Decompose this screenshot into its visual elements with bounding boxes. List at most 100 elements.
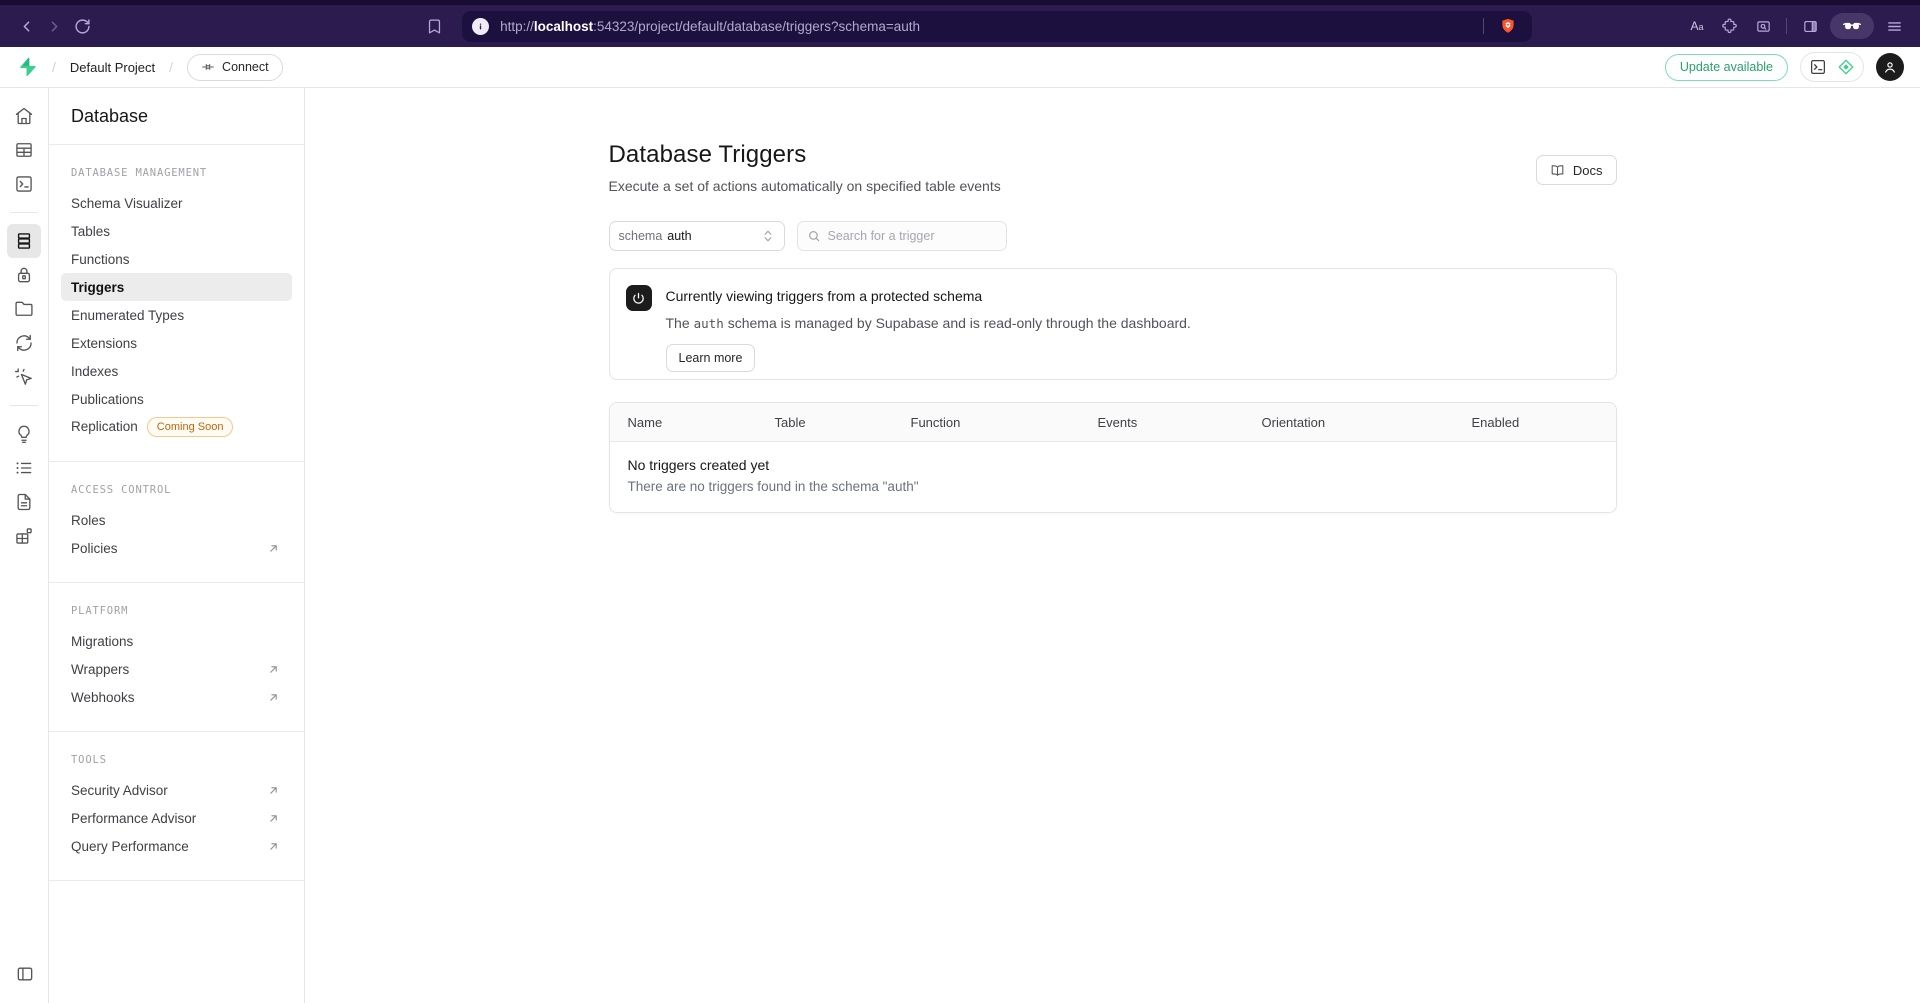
column-header: Enabled bbox=[1471, 414, 1520, 430]
sidebar-item-extensions[interactable]: Extensions bbox=[61, 329, 292, 357]
section-header: ACCESS CONTROL bbox=[71, 484, 172, 496]
sidebar-title: Database bbox=[71, 105, 149, 126]
database-icon[interactable] bbox=[7, 224, 41, 258]
update-available-button[interactable]: Update available bbox=[1664, 53, 1788, 81]
table-header-row: Name Table Function Events Orientation E… bbox=[609, 403, 1616, 442]
advisors-cursor-icon[interactable] bbox=[7, 360, 41, 394]
toolbar-divider bbox=[1786, 18, 1787, 34]
forward-icon[interactable] bbox=[40, 12, 68, 40]
app-header: / Default Project / Connect Update avail… bbox=[0, 47, 1920, 88]
coming-soon-badge: Coming Soon bbox=[146, 417, 234, 437]
sidebar-item-indexes[interactable]: Indexes bbox=[61, 357, 292, 385]
section-access-control: ACCESS CONTROL Roles Policies bbox=[49, 462, 304, 582]
sidebar-item-migrations[interactable]: Migrations bbox=[61, 627, 292, 655]
section-platform: PLATFORM Migrations Wrappers Webhooks bbox=[49, 583, 304, 731]
wallet-search-icon[interactable] bbox=[1749, 12, 1777, 40]
screen: http://localhost:54323/project/default/d… bbox=[0, 0, 1920, 1003]
realtime-icon[interactable] bbox=[7, 326, 41, 360]
empty-state-title: No triggers created yet bbox=[627, 457, 770, 473]
banner-body: The auth schema is managed by Supabase and… bbox=[665, 315, 1191, 331]
url-bar[interactable]: http://localhost:54323/project/default/d… bbox=[462, 10, 1533, 42]
url-text: http://localhost:54323/project/default/d… bbox=[500, 18, 920, 34]
sidebar-item-performance-advisor[interactable]: Performance Advisor bbox=[61, 804, 292, 832]
sidebar-item-triggers[interactable]: Triggers bbox=[61, 273, 292, 301]
browser-menu-icon[interactable] bbox=[1880, 12, 1908, 40]
sidebar-item-webhooks[interactable]: Webhooks bbox=[61, 683, 292, 711]
alert-icon bbox=[625, 285, 652, 311]
banner-title: Currently viewing triggers from a protec… bbox=[665, 288, 983, 304]
sidebar-divider bbox=[49, 880, 304, 881]
section-header: PLATFORM bbox=[71, 605, 129, 617]
header-quick-actions bbox=[1800, 52, 1864, 82]
translate-icon[interactable]: Aa bbox=[1685, 20, 1709, 32]
sidebar-item-functions[interactable]: Functions bbox=[61, 245, 292, 273]
column-header: Events bbox=[1097, 414, 1138, 430]
breadcrumb-separator: / bbox=[169, 59, 174, 75]
chevrons-up-down-icon bbox=[764, 230, 771, 242]
supabase-logo[interactable] bbox=[16, 56, 38, 78]
database-sidebar: Database DATABASE MANAGEMENT Schema Visu… bbox=[49, 88, 305, 1003]
search-icon bbox=[808, 231, 819, 242]
terminal-icon[interactable] bbox=[1809, 58, 1827, 76]
collapse-panel-icon[interactable] bbox=[8, 957, 42, 991]
browser-actions: Aa bbox=[1685, 12, 1908, 40]
icon-rail bbox=[0, 88, 49, 1003]
logs-list-icon[interactable] bbox=[7, 451, 41, 485]
empty-state-subtitle: There are no triggers found in the schem… bbox=[627, 479, 919, 494]
rail-divider bbox=[10, 405, 38, 406]
protected-schema-banner: Currently viewing triggers from a protec… bbox=[608, 268, 1617, 380]
learn-more-button[interactable]: Learn more bbox=[665, 344, 756, 372]
reports-lightbulb-icon[interactable] bbox=[7, 417, 41, 451]
sidebar-item-roles[interactable]: Roles bbox=[61, 506, 292, 534]
search-input[interactable] bbox=[827, 229, 997, 243]
table-editor-icon[interactable] bbox=[7, 133, 41, 167]
sidebar-panel-icon[interactable] bbox=[1796, 12, 1824, 40]
browser-toolbar: http://localhost:54323/project/default/d… bbox=[0, 0, 1920, 47]
column-header: Name bbox=[627, 414, 663, 430]
column-header: Function bbox=[910, 414, 961, 430]
sidebar-item-tables[interactable]: Tables bbox=[61, 217, 292, 245]
back-icon[interactable] bbox=[12, 12, 40, 40]
rail-divider bbox=[10, 212, 38, 213]
extensions-puzzle-icon[interactable] bbox=[1715, 12, 1743, 40]
external-link-icon bbox=[270, 665, 277, 673]
storage-folder-icon[interactable] bbox=[7, 292, 41, 326]
sidebar-item-schema-visualizer[interactable]: Schema Visualizer bbox=[61, 189, 292, 217]
sql-editor-icon[interactable] bbox=[7, 167, 41, 201]
brave-shield-icon[interactable] bbox=[1494, 12, 1522, 40]
external-link-icon bbox=[270, 842, 277, 850]
external-link-icon bbox=[270, 786, 277, 794]
section-database-management: DATABASE MANAGEMENT Schema Visualizer Ta… bbox=[49, 145, 304, 461]
trigger-search[interactable] bbox=[796, 221, 1007, 251]
sidebar-item-security-advisor[interactable]: Security Advisor bbox=[61, 776, 292, 804]
external-link-icon bbox=[270, 814, 277, 822]
docs-button[interactable]: Docs bbox=[1535, 155, 1617, 185]
breadcrumb-project[interactable]: Default Project bbox=[70, 60, 155, 75]
home-icon[interactable] bbox=[7, 99, 41, 133]
user-avatar[interactable] bbox=[1876, 53, 1904, 81]
schema-select[interactable]: schema auth bbox=[608, 221, 785, 251]
sidebar-item-replication[interactable]: Replication Coming Soon bbox=[61, 413, 292, 441]
sidebar-item-policies[interactable]: Policies bbox=[61, 534, 292, 562]
sidebar-item-wrappers[interactable]: Wrappers bbox=[61, 655, 292, 683]
section-header: DATABASE MANAGEMENT bbox=[71, 167, 208, 179]
schema-code: auth bbox=[693, 316, 724, 331]
connect-button[interactable]: Connect bbox=[187, 53, 283, 81]
status-diamond-icon[interactable] bbox=[1837, 58, 1855, 76]
section-header: TOOLS bbox=[71, 754, 107, 766]
reload-icon[interactable] bbox=[68, 12, 96, 40]
site-info-icon[interactable] bbox=[472, 17, 490, 35]
auth-lock-icon[interactable] bbox=[7, 258, 41, 292]
book-icon bbox=[1551, 164, 1564, 176]
plug-icon bbox=[202, 64, 214, 70]
integrations-blocks-icon[interactable] bbox=[7, 519, 41, 553]
brave-rewards-pill[interactable] bbox=[1830, 13, 1874, 39]
api-docs-icon[interactable] bbox=[7, 485, 41, 519]
sidebar-item-query-performance[interactable]: Query Performance bbox=[61, 832, 292, 860]
sidebar-item-publications[interactable]: Publications bbox=[61, 385, 292, 413]
url-divider bbox=[1483, 18, 1485, 34]
sidebar-item-enumerated-types[interactable]: Enumerated Types bbox=[61, 301, 292, 329]
bookmark-icon[interactable] bbox=[420, 12, 448, 40]
empty-state: No triggers created yet There are no tri… bbox=[609, 442, 1616, 512]
main-content: Database Triggers Execute a set of actio… bbox=[305, 88, 1920, 1003]
